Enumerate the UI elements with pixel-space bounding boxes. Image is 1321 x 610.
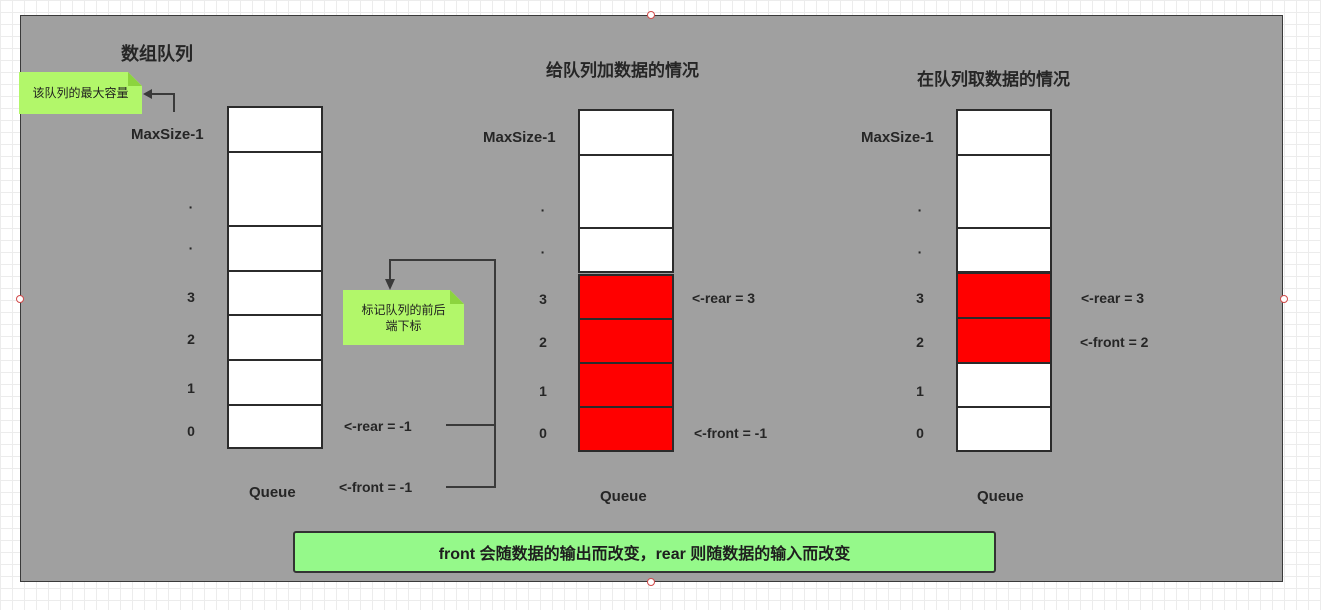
diagram1-index-1: 1: [187, 380, 195, 396]
arrowhead-icon: [385, 279, 395, 290]
diagram2-dot-2: ·: [540, 244, 546, 260]
diagram1-slot-upper[interactable]: [227, 225, 323, 272]
arrowhead-icon: [143, 89, 152, 99]
diagram1-title: 数组队列: [121, 44, 193, 64]
capacity-connector: [149, 93, 175, 112]
diagram2-rear-pointer: <-rear = 3: [692, 290, 756, 306]
diagram1-slot-3[interactable]: [227, 270, 323, 316]
diagram3-maxsize-label: MaxSize-1: [861, 129, 934, 146]
diagram2-slot-2[interactable]: [578, 318, 674, 364]
diagram3-slot-upper[interactable]: [956, 227, 1052, 273]
diagram3-index-0: 0: [916, 425, 924, 441]
diagram1-slot-0[interactable]: [227, 404, 323, 449]
diagram2-queue-label: Queue: [600, 488, 647, 505]
diagram2-title: 给队列加数据的情况: [546, 61, 699, 80]
diagram2-slot-upper[interactable]: [578, 227, 674, 273]
diagram3-index-3: 3: [916, 290, 924, 306]
diagram3-dot-1: ·: [917, 202, 923, 218]
diagram2-index-3: 3: [539, 291, 547, 307]
diagram1-front-pointer: <-front = -1: [339, 479, 413, 495]
diagram2-slot-maxsize[interactable]: [578, 109, 674, 156]
summary-text: front 会随数据的输出而改变，rear 则随数据的输入而改变: [438, 546, 851, 563]
front-connector: [446, 425, 496, 488]
diagram1-maxsize-label: MaxSize-1: [131, 126, 204, 143]
diagram3-dot-2: ·: [917, 244, 923, 260]
diagram2-slot-0[interactable]: [578, 406, 674, 452]
summary-box[interactable]: front 会随数据的输出而改变，rear 则随数据的输入而改变: [293, 531, 996, 573]
diagram3-slot-0[interactable]: [956, 406, 1052, 452]
diagram1-slot-middle[interactable]: [227, 151, 323, 227]
diagram3-front-pointer: <-front = 2: [1080, 334, 1149, 350]
pointer-note-text: 标记队列的前后端下标: [361, 302, 446, 333]
diagram2-maxsize-label: MaxSize-1: [483, 129, 556, 146]
diagram1-index-0: 0: [187, 423, 195, 439]
diagram3-slot-1[interactable]: [956, 362, 1052, 408]
diagram3-slot-middle[interactable]: [956, 154, 1052, 229]
diagram2-slot-middle[interactable]: [578, 154, 674, 229]
diagram3-title: 在队列取数据的情况: [917, 70, 1070, 89]
diagram1-rear-pointer: <-rear = -1: [344, 418, 412, 434]
diagram2-index-2: 2: [539, 334, 547, 350]
diagram2-front-pointer: <-front = -1: [694, 425, 768, 441]
diagram2-dot-1: ·: [540, 202, 546, 218]
diagram2-index-0: 0: [539, 425, 547, 441]
diagram3-rear-pointer: <-rear = 3: [1081, 290, 1145, 306]
capacity-note-text: 该队列的最大容量: [32, 86, 129, 100]
diagram2-index-1: 1: [539, 383, 547, 399]
diagram1-slot-1[interactable]: [227, 359, 323, 406]
diagram3-index-2: 2: [916, 334, 924, 350]
diagram1-index-2: 2: [187, 331, 195, 347]
diagram3-index-1: 1: [916, 383, 924, 399]
diagram1-dot-2: ·: [188, 240, 194, 256]
diagram2-slot-3[interactable]: [578, 274, 674, 320]
diagram1-slot-maxsize[interactable]: [227, 106, 323, 153]
diagram2-slot-1[interactable]: [578, 362, 674, 408]
diagram1-queue-label: Queue: [249, 484, 296, 501]
diagram3-slot-2[interactable]: [956, 317, 1052, 364]
capacity-note[interactable]: 该队列的最大容量: [19, 72, 142, 114]
diagram1-index-3: 3: [187, 289, 195, 305]
diagram3-queue-label: Queue: [977, 488, 1024, 505]
diagram1-slot-2[interactable]: [227, 314, 323, 361]
pointer-note[interactable]: 标记队列的前后端下标: [343, 290, 464, 345]
diagram3-slot-maxsize[interactable]: [956, 109, 1052, 156]
diagram1-dot-1: ·: [188, 199, 194, 215]
diagram3-slot-3[interactable]: [956, 272, 1052, 319]
